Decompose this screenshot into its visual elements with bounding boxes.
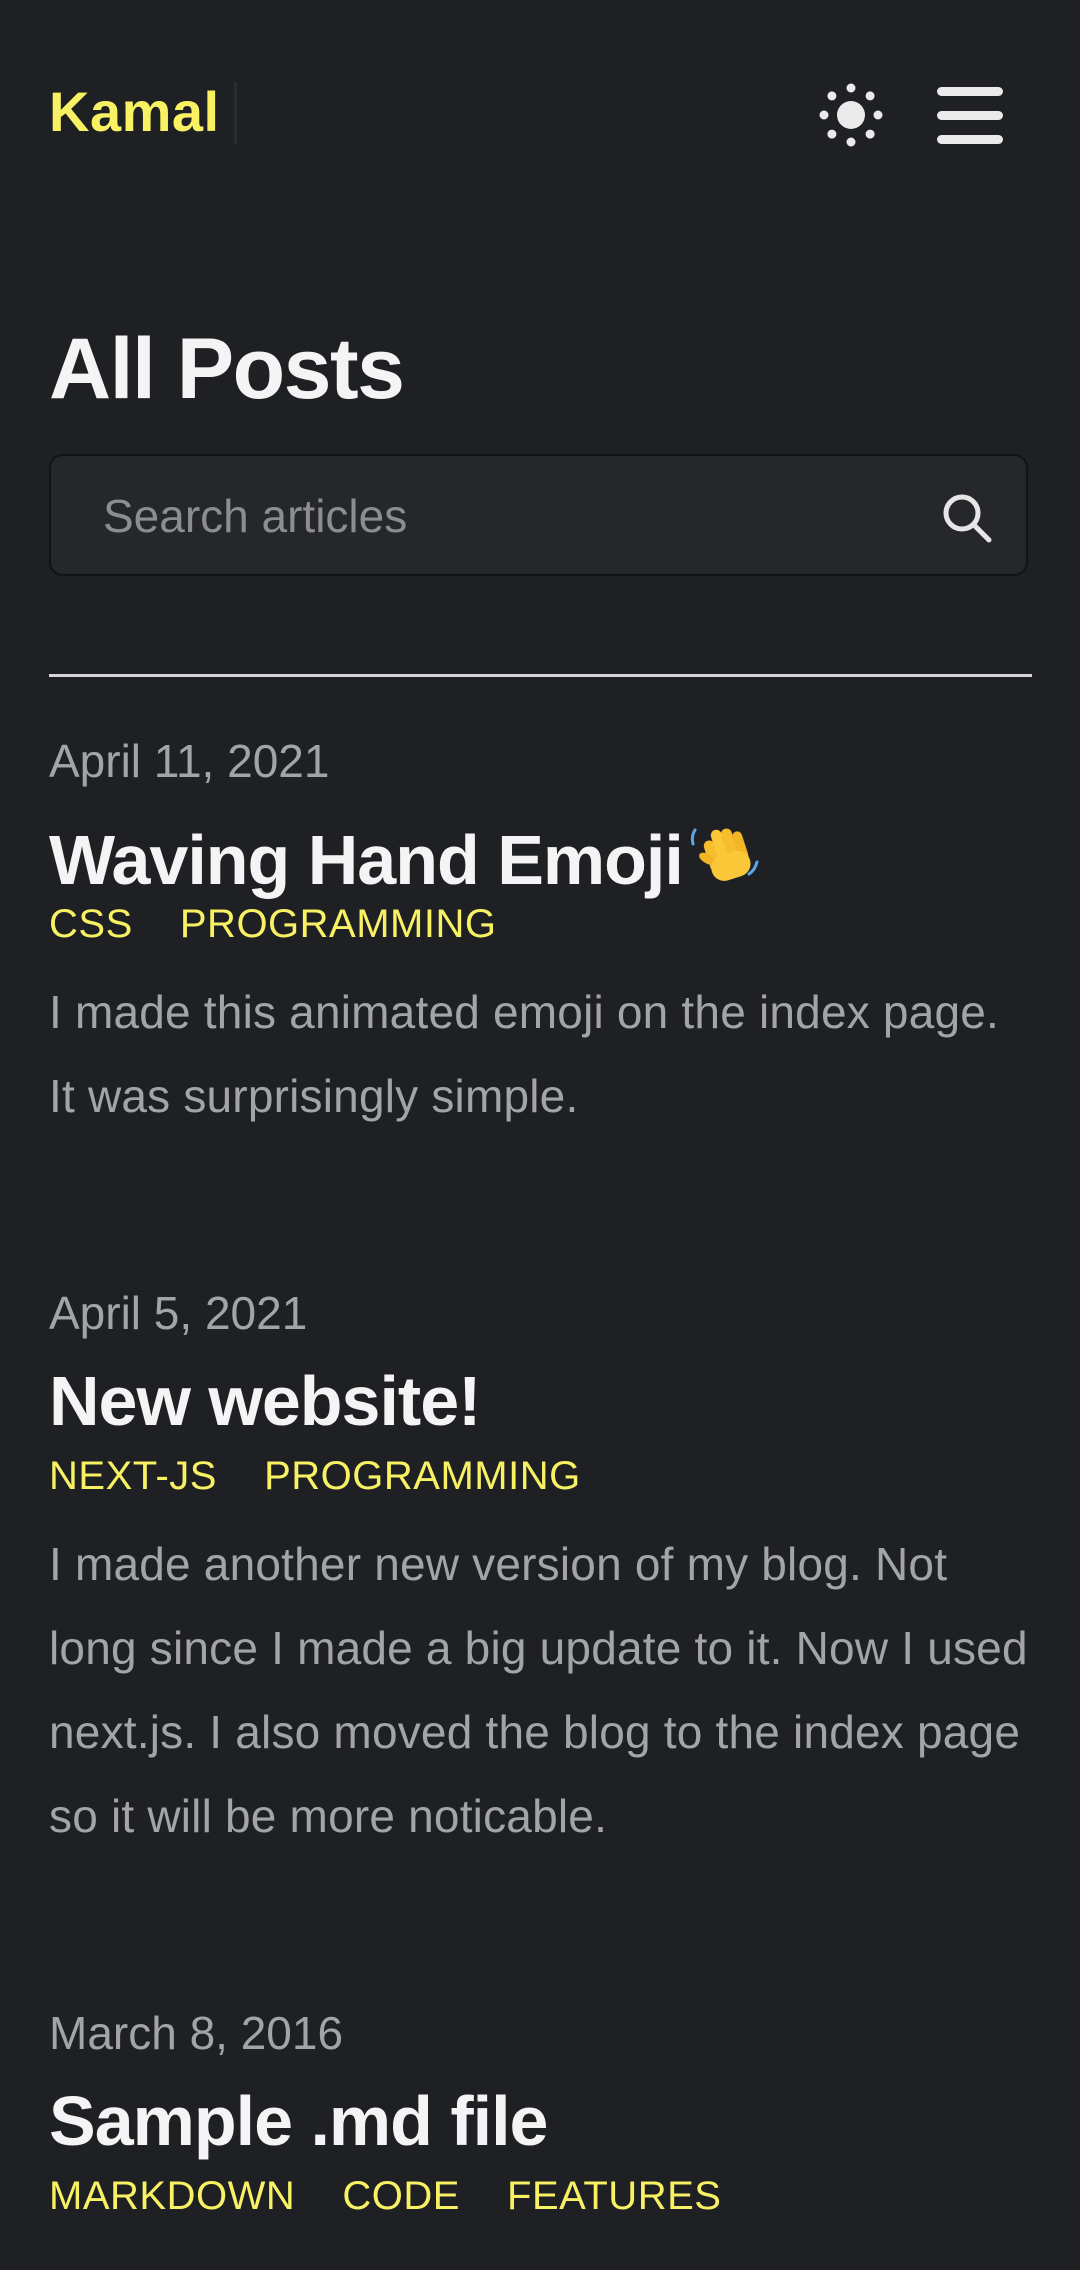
post-tags: MARKDOWN CODE FEATURES — [49, 2176, 757, 2216]
tag-link[interactable]: CODE — [342, 2176, 460, 2216]
post-date: April 11, 2021 — [49, 735, 330, 787]
waving-hand-emoji-icon — [687, 814, 763, 901]
post-title-link[interactable]: New website! — [49, 1366, 481, 1436]
post-tags: NEXT-JS PROGRAMMING — [49, 1456, 617, 1496]
search-box — [49, 454, 1028, 576]
menu-button[interactable] — [935, 84, 1007, 148]
post-title-link[interactable]: Waving Hand Emoji — [49, 814, 763, 901]
post-excerpt: I made this animated emoji on the index … — [49, 986, 1000, 1122]
tag-link[interactable]: PROGRAMMING — [180, 904, 497, 944]
page-title: All Posts — [49, 321, 405, 417]
post-date: April 5, 2021 — [49, 1287, 308, 1339]
brand-caret — [234, 82, 237, 144]
post-title-link[interactable]: Sample .md file — [49, 2086, 548, 2156]
post-title-text: Waving Hand Emoji — [49, 821, 684, 899]
tag-link[interactable]: PROGRAMMING — [264, 1456, 581, 1496]
sun-icon — [819, 83, 883, 147]
site-header: Kamal — [49, 76, 1032, 158]
tag-link[interactable]: MARKDOWN — [49, 2176, 295, 2216]
post-tags: CSS PROGRAMMING — [49, 904, 533, 944]
post-excerpt: I made another new version of my blog. N… — [49, 1538, 1028, 1842]
tag-link[interactable]: NEXT-JS — [49, 1456, 217, 1496]
tag-link[interactable]: FEATURES — [507, 2176, 721, 2216]
search-icon[interactable] — [939, 490, 995, 546]
hamburger-menu-icon — [937, 87, 1003, 144]
theme-toggle-button[interactable] — [818, 82, 884, 148]
divider — [49, 674, 1032, 677]
post-date: March 8, 2016 — [49, 2007, 344, 2059]
tag-link[interactable]: CSS — [49, 904, 133, 944]
brand-logo-link[interactable]: Kamal — [49, 84, 220, 140]
search-input[interactable] — [101, 456, 905, 576]
